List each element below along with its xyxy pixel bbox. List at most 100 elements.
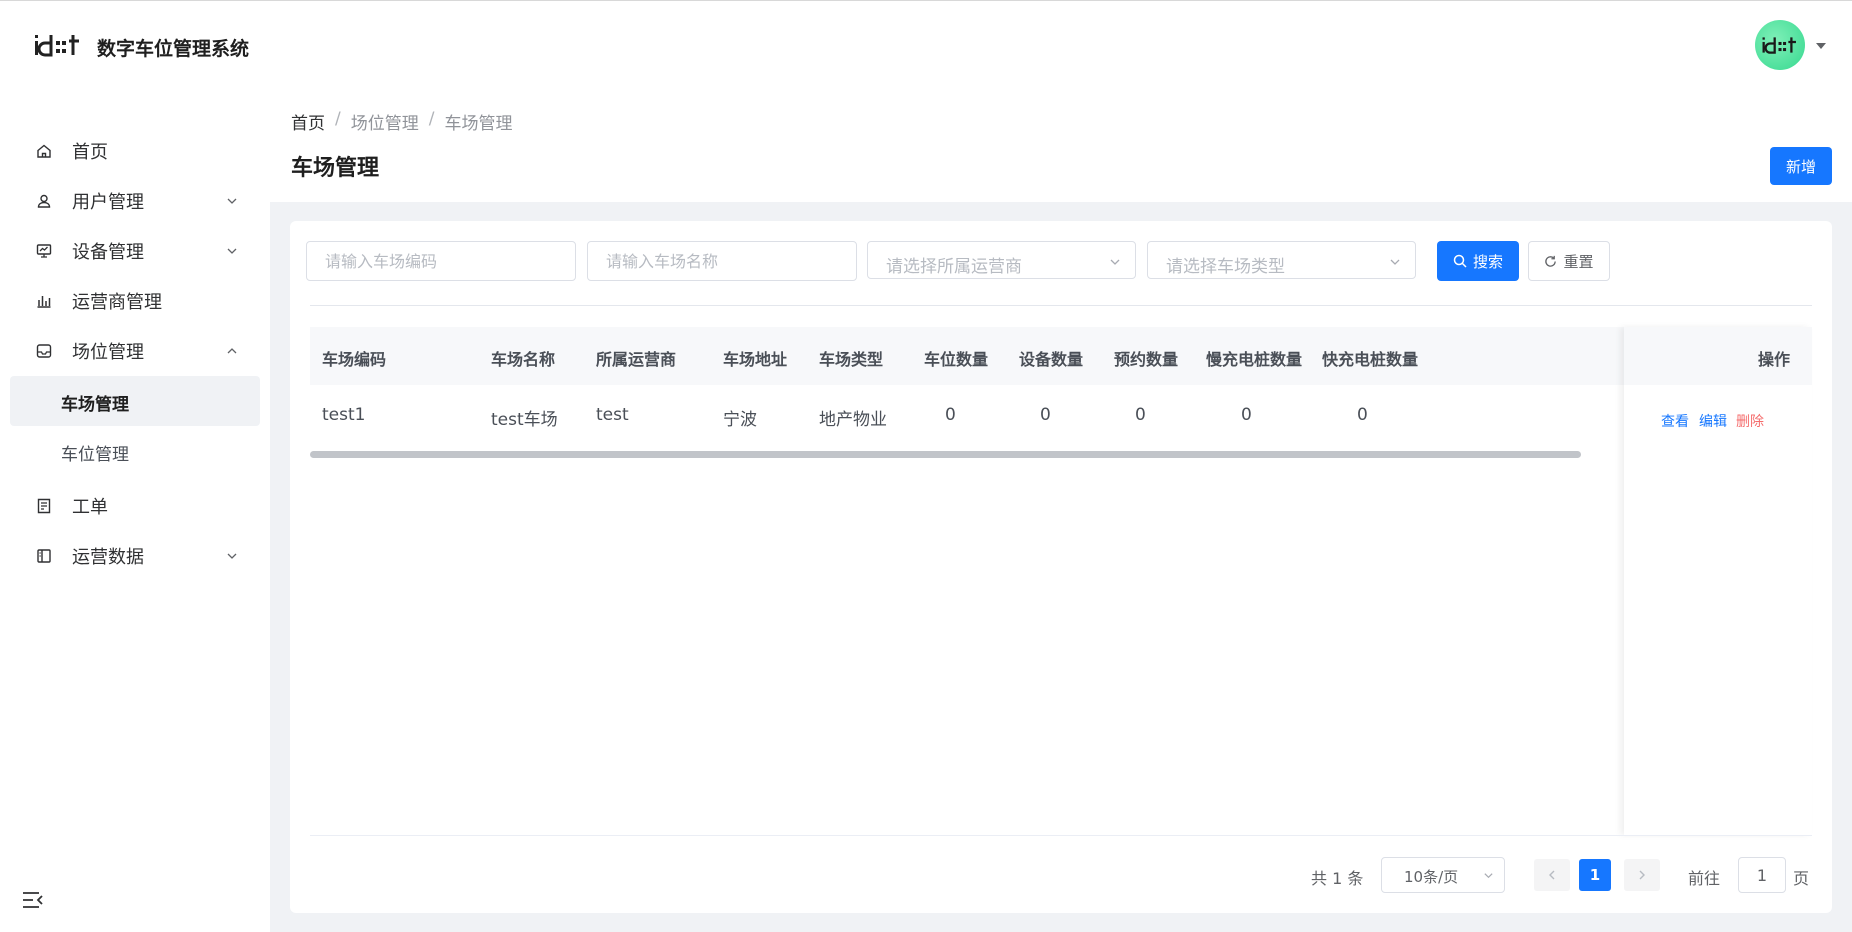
column-header[interactable]: 慢充电桩数量 [1206,346,1302,370]
breadcrumb: 首页 / 场位管理 / 车场管理 [291,109,512,134]
page-number-1[interactable]: 1 [1579,859,1611,891]
user-icon [37,194,51,208]
column-header[interactable]: 车场类型 [819,346,883,370]
table-row: test1 test车场 test 宁波 地产物业 0 0 0 0 0 [310,385,1812,447]
chevron-down-icon [1390,259,1400,265]
chevron-down-icon [1110,259,1120,265]
top-header: 数字车位管理系统 [0,0,1852,90]
cell-operator: test [596,405,629,425]
column-header: 操作 [1757,350,1790,369]
main-content: 请选择所属运营商 请选择车场类型 搜索 重置 车场编码 车场名称 [270,202,1852,932]
chevron-up-icon [227,348,237,354]
breadcrumb-separator: / [428,109,435,129]
goto-page-wrapper [1738,857,1786,893]
sidebar-subitem-label: 车位管理 [61,445,129,465]
reset-button[interactable]: 重置 [1528,241,1610,281]
breadcrumb-item-site[interactable]: 场位管理 [351,109,419,134]
lot-code-input[interactable] [307,242,575,280]
page-size-value: 10条/页 [1404,868,1459,886]
sidebar-item-label: 场位管理 [72,342,144,363]
table-bottom-divider [310,835,1812,836]
delete-link[interactable]: 删除 [1736,411,1764,431]
cell-reservation-count: 0 [1135,405,1146,425]
app-root: 数字车位管理系统 首页 用户管理 设备管理 运营商管理 场位管理 车场管理 车位… [0,0,1852,932]
breadcrumb-separator: / [335,109,341,129]
sidebar-item-operators[interactable]: 运营商管理 [10,276,260,326]
breadcrumb-item-home[interactable]: 首页 [291,109,325,134]
sidebar-subitem-label: 车场管理 [61,395,129,415]
cell-slow-charger-count: 0 [1241,405,1252,425]
chevron-right-icon [1639,870,1645,880]
sidebar-item-users[interactable]: 用户管理 [10,176,260,226]
sidebar-item-label: 设备管理 [72,242,144,263]
reset-button-label: 重置 [1563,252,1594,271]
sidebar-item-home[interactable]: 首页 [10,126,260,176]
horizontal-scrollbar[interactable] [310,451,1581,458]
user-menu-caret-icon[interactable] [1816,43,1826,49]
app-title: 数字车位管理系统 [97,38,250,60]
sidebar-item-label: 运营数据 [72,547,144,568]
goto-label: 前往 [1688,869,1721,888]
lot-type-select-placeholder: 请选择车场类型 [1166,257,1285,277]
brand-logo [35,35,79,57]
sidebar-subitem-lot-management[interactable]: 车场管理 [10,376,260,426]
lot-name-input[interactable] [588,242,856,280]
view-link[interactable]: 查看 [1661,411,1689,431]
bar-chart-icon [37,296,51,308]
page-size-select[interactable]: 10条/页 [1381,857,1505,893]
actions-column: 操作 查看 编辑 删除 [1624,327,1812,835]
monitor-icon [36,244,52,258]
avatar-logo-icon [1762,37,1796,54]
column-header[interactable]: 车场地址 [723,346,787,370]
collapse-sidebar-icon[interactable] [22,891,44,909]
chevron-left-icon [1549,870,1555,880]
cell-lot-name: test车场 [491,410,558,430]
filter-divider [310,305,1812,306]
table-header: 车场编码 车场名称 所属运营商 车场地址 车场类型 车位数量 设备数量 预约数量… [310,327,1812,385]
inbox-icon [36,344,52,358]
column-header[interactable]: 车场名称 [491,346,555,370]
column-header[interactable]: 车场编码 [322,346,386,370]
prev-page-button[interactable] [1534,859,1570,891]
sidebar-item-site-management[interactable]: 场位管理 [10,326,260,376]
sidebar-item-work-orders[interactable]: 工单 [10,481,260,531]
chevron-down-icon [1484,873,1493,879]
user-avatar[interactable] [1755,20,1805,70]
pagination-total: 共 1 条 [1311,869,1364,888]
goto-page-input[interactable] [1739,858,1785,892]
column-header[interactable]: 预约数量 [1114,346,1178,370]
document-icon [37,498,51,514]
chevron-down-icon [227,198,237,204]
operator-select[interactable]: 请选择所属运营商 [867,241,1136,279]
chevron-down-icon [227,248,237,254]
column-header[interactable]: 设备数量 [1019,346,1083,370]
sidebar-subitem-space-management[interactable]: 车位管理 [10,426,260,476]
cell-fast-charger-count: 0 [1357,405,1368,425]
sidebar-item-operation-data[interactable]: 运营数据 [10,531,260,581]
column-header[interactable]: 所属运营商 [596,346,676,370]
actions-column-header: 操作 [1624,327,1812,385]
search-button[interactable]: 搜索 [1437,241,1519,281]
column-header[interactable]: 车位数量 [924,346,988,370]
chevron-down-icon [227,553,237,559]
search-button-label: 搜索 [1472,252,1503,271]
home-icon [37,144,51,158]
lot-type-select[interactable]: 请选择车场类型 [1147,241,1416,279]
cell-space-count: 0 [945,405,956,425]
column-header[interactable]: 快充电桩数量 [1322,346,1418,370]
sidebar-item-label: 用户管理 [72,192,144,213]
breadcrumb-item-current: 车场管理 [444,114,513,134]
lot-code-input-wrapper [306,241,576,281]
cell-address: 宁波 [723,410,757,430]
page-header: 首页 / 场位管理 / 车场管理 车场管理 新增 [270,90,1852,202]
page-suffix: 页 [1793,869,1810,888]
lot-table: 车场编码 车场名称 所属运营商 车场地址 车场类型 车位数量 设备数量 预约数量… [310,327,1812,835]
sidebar-item-devices[interactable]: 设备管理 [10,226,260,276]
sidebar-item-label: 运营商管理 [72,292,162,313]
next-page-button[interactable] [1624,859,1660,891]
cell-lot-type: 地产物业 [819,410,887,430]
panel-icon [37,549,51,563]
edit-link[interactable]: 编辑 [1699,411,1727,431]
sidebar-item-label: 工单 [72,497,108,518]
add-button[interactable]: 新增 [1770,147,1832,185]
